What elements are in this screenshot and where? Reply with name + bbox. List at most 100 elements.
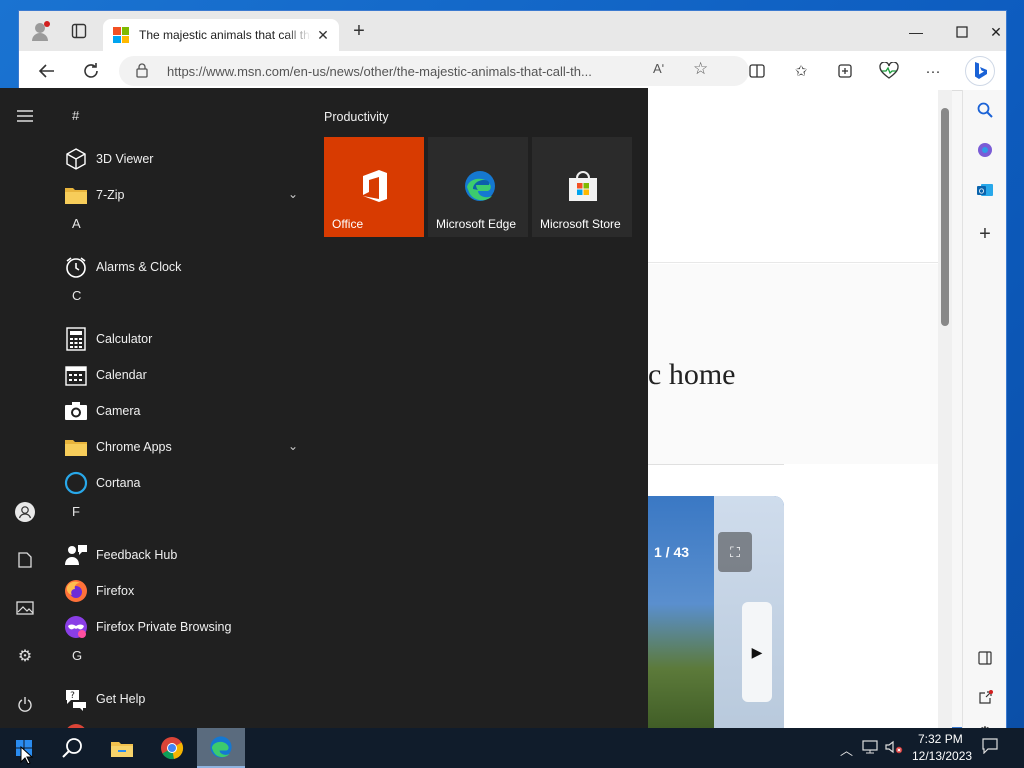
cortana-icon: [64, 471, 88, 495]
app-firefox-private-browsing[interactable]: Firefox Private Browsing: [62, 609, 306, 645]
add-sidebar-icon[interactable]: +: [973, 222, 997, 246]
tab-actions-icon[interactable]: [65, 19, 93, 43]
chevron-down-icon[interactable]: ⌄: [288, 439, 298, 453]
app-feedback-hub[interactable]: Feedback Hub: [62, 537, 306, 573]
chrome-icon[interactable]: [148, 728, 196, 768]
divider: [648, 262, 938, 263]
app-camera[interactable]: Camera: [62, 393, 306, 429]
firefox-icon: [64, 579, 88, 603]
documents-icon[interactable]: [12, 547, 38, 573]
app-list[interactable]: #3D Viewer 7-Zip ⌄ A Alarms & Clock C Calculat…: [56, 88, 312, 728]
browser-toolbar: https://www.msn.com/en-us/news/other/the…: [19, 51, 1006, 91]
app-chrome-apps[interactable]: Chrome Apps ⌄: [62, 429, 306, 465]
tile-label: Office: [332, 217, 364, 231]
settings-icon[interactable]: ⚙: [12, 643, 38, 669]
back-arrow-icon[interactable]: [33, 57, 61, 85]
plus-icon[interactable]: +: [345, 19, 373, 43]
svg-text:?: ?: [70, 691, 75, 701]
next-slide-button[interactable]: ▶: [742, 602, 772, 702]
group-letter[interactable]: A: [72, 216, 81, 231]
more-icon[interactable]: ···: [921, 59, 945, 83]
split-screen-icon[interactable]: [745, 59, 769, 83]
app-label: Firefox Private Browsing: [96, 620, 232, 634]
gallery-counter: 1 / 43: [654, 544, 690, 560]
photo-gallery[interactable]: 1 / 43 ⛶ ▶: [648, 496, 784, 728]
notification-icon[interactable]: [982, 738, 998, 758]
user-account-icon[interactable]: [12, 499, 38, 525]
app-label: Feedback Hub: [96, 548, 178, 562]
app-cortana[interactable]: Cortana: [62, 465, 306, 501]
app-alarms-clock[interactable]: Alarms & Clock: [62, 249, 306, 285]
group-letter[interactable]: C: [72, 288, 81, 303]
folder-icon: [64, 183, 88, 207]
web-page-content: c home 1 / 43 ⛶ ▶: [648, 90, 938, 728]
edge-taskbar-icon[interactable]: [197, 728, 245, 768]
clock-time[interactable]: 7:32 PM: [918, 732, 963, 746]
app-calculator[interactable]: Calculator: [62, 321, 306, 357]
calculator-icon: [64, 327, 88, 351]
mouse-cursor: [20, 745, 34, 768]
profile-icon[interactable]: [27, 19, 55, 43]
tile-microsoft-store[interactable]: Microsoft Store: [532, 137, 632, 237]
volume-muted-icon[interactable]: [885, 740, 903, 757]
minimize-button[interactable]: —: [893, 17, 939, 47]
bing-copilot-icon[interactable]: [965, 56, 995, 86]
browser-tab[interactable]: The majestic animals that call the ✕: [103, 19, 339, 51]
divider: [648, 464, 784, 465]
tile-label: Microsoft Store: [540, 217, 621, 231]
group-letter[interactable]: G: [72, 648, 82, 663]
chevron-down-icon[interactable]: ⌄: [288, 187, 298, 201]
app-google-chrome[interactable]: Google Chrome: [62, 717, 306, 728]
office-icon: [359, 169, 391, 203]
cube-icon: [64, 147, 88, 171]
app-7-zip[interactable]: 7-Zip ⌄: [62, 177, 306, 213]
power-icon[interactable]: [12, 691, 38, 717]
app-3d-viewer[interactable]: 3D Viewer: [62, 141, 306, 177]
chevron-up-icon[interactable]: ︿: [840, 740, 853, 759]
edge-sidebar: O + ⚙: [962, 90, 1006, 741]
favorites-icon[interactable]: ✩: [789, 59, 813, 83]
close-window-button[interactable]: ✕: [985, 17, 1007, 47]
file-explorer-icon[interactable]: [98, 728, 146, 768]
app-firefox[interactable]: Firefox: [62, 573, 306, 609]
read-aloud-icon[interactable]: Aʹ: [653, 61, 664, 76]
hamburger-menu-icon[interactable]: [12, 103, 38, 129]
camera-icon: [64, 399, 88, 423]
app-label: Alarms & Clock: [96, 260, 182, 274]
group-letter[interactable]: #: [72, 108, 79, 123]
address-bar[interactable]: https://www.msn.com/en-us/news/other/the…: [119, 56, 749, 86]
url-text[interactable]: https://www.msn.com/en-us/news/other/the…: [167, 64, 607, 79]
outlook-icon[interactable]: O: [973, 178, 997, 202]
feedback-icon: [64, 543, 88, 567]
network-icon[interactable]: [862, 740, 878, 757]
app-label: Calculator: [96, 332, 153, 346]
clock-date[interactable]: 12/13/2023: [912, 749, 972, 763]
external-link-icon[interactable]: [973, 686, 997, 710]
search-icon[interactable]: [48, 728, 96, 768]
tile-office[interactable]: Office: [324, 137, 424, 237]
maximize-button[interactable]: [939, 17, 985, 47]
refresh-icon[interactable]: [77, 57, 105, 85]
get-help-icon: ?: [64, 687, 88, 711]
group-letter[interactable]: F: [72, 504, 80, 519]
hide-sidebar-icon[interactable]: [973, 646, 997, 670]
calendar-icon: [64, 363, 88, 387]
search-icon[interactable]: [973, 98, 997, 122]
tab-bar: The majestic animals that call the ✕ + —…: [19, 11, 1006, 51]
msn-favicon-icon: [113, 27, 129, 43]
app-label: Get Help: [96, 692, 146, 706]
fullscreen-icon[interactable]: ⛶: [718, 532, 752, 572]
app-label: Calendar: [96, 368, 147, 382]
app-calendar[interactable]: Calendar: [62, 357, 306, 393]
tile-microsoft-edge[interactable]: Microsoft Edge: [428, 137, 528, 237]
pictures-icon[interactable]: [12, 595, 38, 621]
close-tab-icon[interactable]: ✕: [313, 25, 333, 45]
heartbeat-icon[interactable]: [877, 59, 901, 83]
copilot-icon[interactable]: [973, 138, 997, 162]
star-icon[interactable]: ☆: [693, 59, 708, 79]
scrollbar-thumb[interactable]: [941, 108, 949, 326]
lock-icon[interactable]: [135, 62, 153, 80]
collections-icon[interactable]: [833, 59, 857, 83]
app-get-help[interactable]: ? Get Help: [62, 681, 306, 717]
page-scrollbar[interactable]: [938, 90, 952, 728]
